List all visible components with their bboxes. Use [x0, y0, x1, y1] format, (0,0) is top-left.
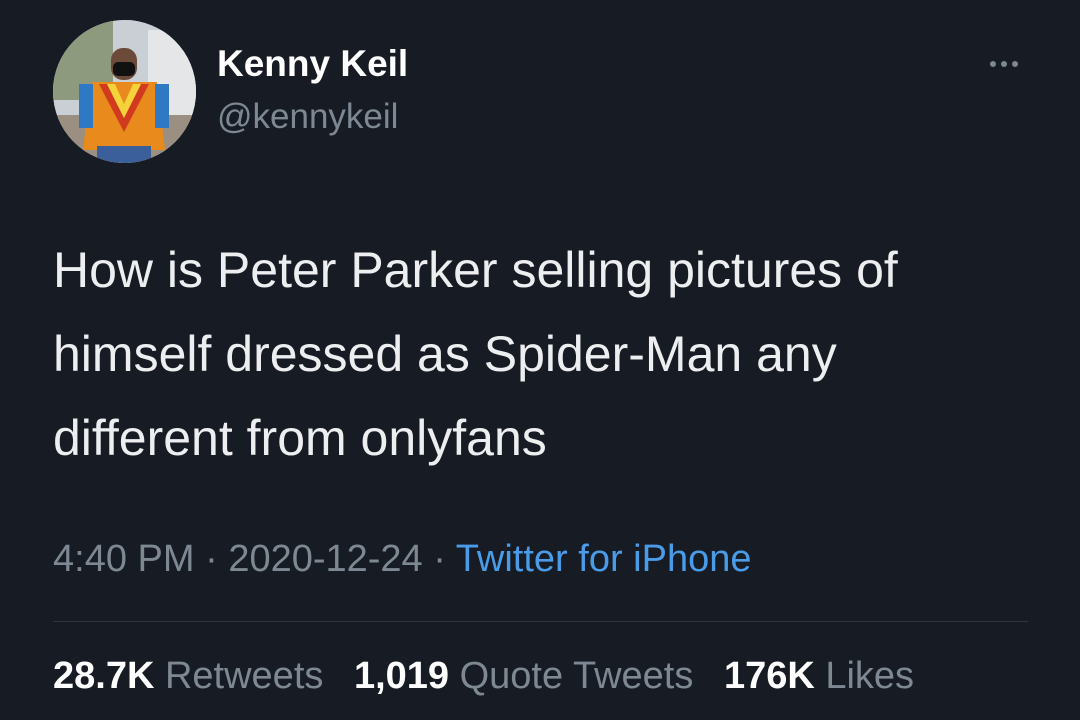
- quote-tweets-stat[interactable]: 1,019 Quote Tweets: [354, 655, 693, 697]
- likes-count: 176K: [723, 655, 815, 697]
- more-options-button[interactable]: [980, 52, 1028, 76]
- author-name[interactable]: Kenny Keil: [217, 43, 408, 85]
- retweets-label: Retweets: [164, 655, 324, 697]
- meta-separator: ·: [194, 538, 229, 580]
- tweet-date[interactable]: 2020-12-24: [228, 538, 422, 580]
- divider: [53, 621, 1028, 622]
- quote-tweets-count: 1,019: [353, 655, 450, 697]
- more-horizontal-icon: [990, 61, 1018, 67]
- quote-tweets-label: Quote Tweets: [459, 655, 694, 697]
- likes-stat[interactable]: 176K Likes: [724, 655, 914, 697]
- retweets-count: 28.7K: [53, 655, 155, 697]
- author-handle[interactable]: @kennykeil: [217, 97, 398, 137]
- likes-label: Likes: [825, 655, 915, 697]
- tweet-meta: 4:40 PM · 2020-12-24 · Twitter for iPhon…: [53, 538, 751, 581]
- tweet-time[interactable]: 4:40 PM: [53, 538, 195, 580]
- retweets-stat[interactable]: 28.7K Retweets: [53, 655, 323, 697]
- avatar-photo: [53, 20, 196, 163]
- tweet-text: How is Peter Parker selling pictures of …: [53, 242, 898, 466]
- avatar[interactable]: [53, 20, 196, 163]
- tweet-card: Kenny Keil @kennykeil How is Peter Parke…: [0, 0, 1080, 720]
- meta-separator: ·: [422, 538, 456, 580]
- tweet-stats: 28.7K Retweets 1,019 Quote Tweets 176K L…: [53, 655, 914, 698]
- tweet-source-link[interactable]: Twitter for iPhone: [456, 538, 752, 580]
